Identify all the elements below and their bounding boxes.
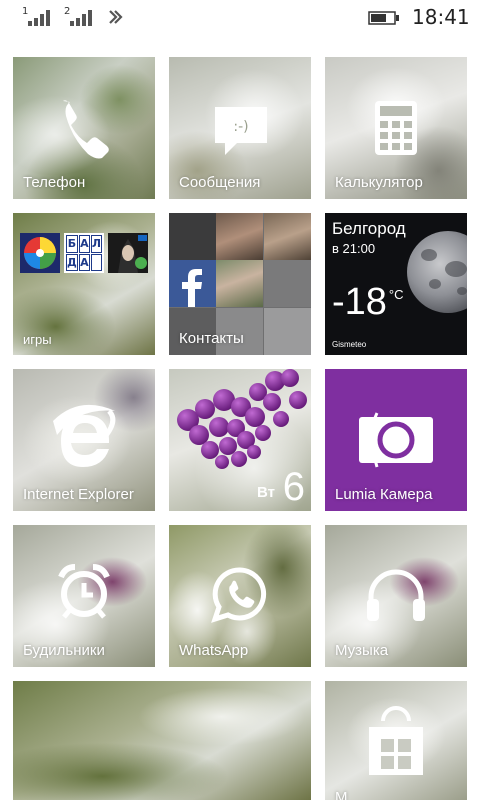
moon-icon <box>407 231 467 313</box>
tile-label: Будильники <box>23 642 105 659</box>
contact-photo <box>264 213 311 260</box>
status-bar: 1 2 18:41 <box>0 0 480 36</box>
balda-letter: Б <box>66 235 78 253</box>
balda-game-icon: Б А Л Д А <box>64 233 104 273</box>
temperature-unit: °C <box>388 287 404 302</box>
tile-contacts[interactable]: Контакты <box>169 213 311 355</box>
tile-label: игры <box>23 332 52 347</box>
svg-text::-): :-) <box>233 119 248 135</box>
contact-tile <box>169 213 216 260</box>
tile-alarms[interactable]: Будильники <box>13 525 155 667</box>
facebook-icon <box>169 260 216 307</box>
calendar-day-number: 6 <box>282 465 305 509</box>
tile-whatsapp[interactable]: WhatsApp <box>169 525 311 667</box>
tile-internet-explorer[interactable]: Internet Explorer <box>13 369 155 511</box>
tile-calculator[interactable]: Калькулятор <box>325 57 467 199</box>
tile-label: Сообщения <box>179 174 261 191</box>
battery-icon <box>368 11 399 25</box>
balda-letter: Л <box>90 235 102 253</box>
calendar-day-name: Вт <box>257 484 275 501</box>
temperature-value: -18 <box>332 281 387 323</box>
tile-label: Контакты <box>179 330 244 347</box>
maleficent-game-icon <box>108 233 148 273</box>
tile-phone[interactable]: Телефон <box>13 57 155 199</box>
wheel-game-icon <box>20 233 60 273</box>
contact-photo <box>216 213 263 260</box>
tile-calendar[interactable]: Вт 6 <box>169 369 311 511</box>
tile-music[interactable]: Музыка <box>325 525 467 667</box>
data-connection-icon <box>109 10 123 24</box>
contact-photo <box>216 260 263 307</box>
weather-time: в 21:00 <box>332 241 376 256</box>
tile-games[interactable]: Б А Л Д А игры <box>13 213 155 355</box>
contact-tile <box>264 260 311 307</box>
tile-messages[interactable]: :-) Сообщения <box>169 57 311 199</box>
sim2-signal-icon: 2 <box>64 6 98 26</box>
balda-letter: А <box>78 253 90 271</box>
store-icon <box>369 706 423 775</box>
tile-label: Lumia Камера <box>335 486 433 503</box>
balda-letter <box>90 253 102 271</box>
tile-weather[interactable]: Белгород в 21:00 -18 °C Gismeteo <box>325 213 467 355</box>
balda-letter: Д <box>66 253 78 271</box>
tile-photos-wide[interactable] <box>13 681 311 800</box>
tile-label: Internet Explorer <box>23 486 134 503</box>
tile-label: М <box>335 789 348 800</box>
tile-store[interactable]: М <box>325 681 467 800</box>
tile-label: Телефон <box>23 174 86 191</box>
weather-temperature: -18 °C <box>332 281 404 324</box>
tile-label: Музыка <box>335 642 389 659</box>
weather-source: Gismeteo <box>332 340 367 349</box>
balda-letter: А <box>78 235 90 253</box>
tile-label: WhatsApp <box>179 642 249 659</box>
contact-tile <box>264 308 311 355</box>
sim1-signal-icon: 1 <box>22 6 56 26</box>
games-icons: Б А Л Д А <box>20 233 148 273</box>
tile-label: Калькулятор <box>335 174 423 191</box>
tile-lumia-camera[interactable]: Lumia Камера <box>325 369 467 511</box>
status-clock: 18:41 <box>412 5 470 29</box>
weather-city: Белгород <box>332 219 406 238</box>
